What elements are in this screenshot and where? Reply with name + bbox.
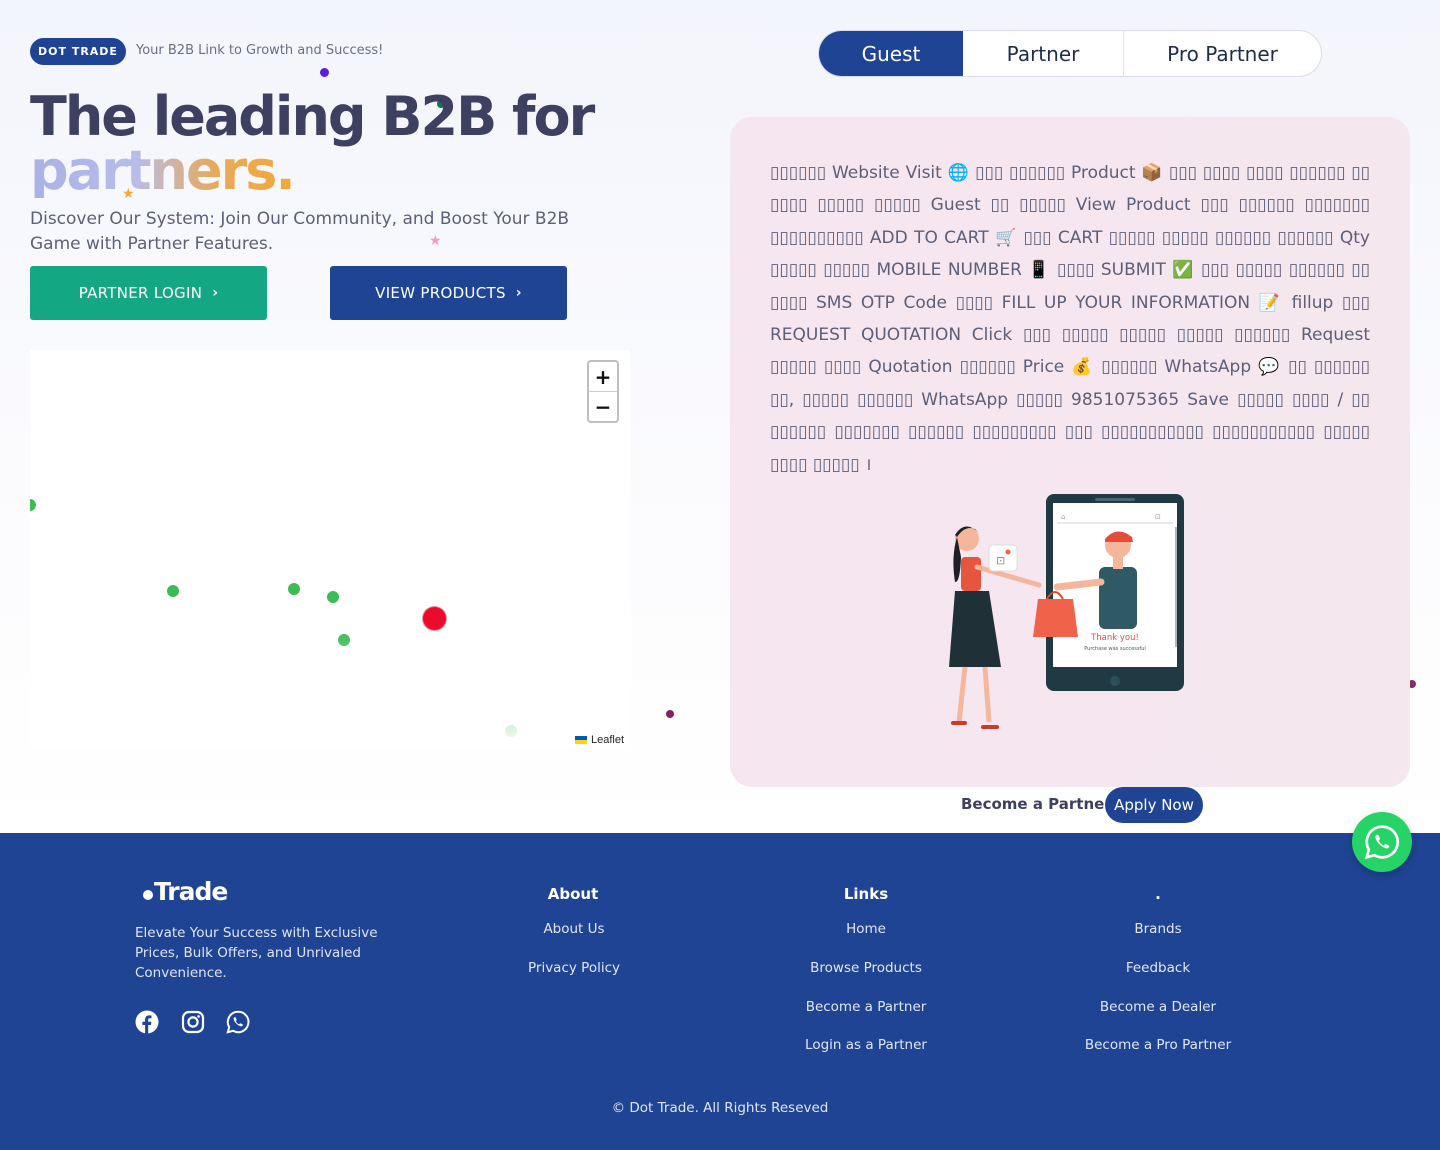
footer-col-title-about: About bbox=[547, 885, 599, 903]
map-widget[interactable]: + − Leaflet bbox=[30, 350, 630, 750]
footer-link-brands[interactable]: Brands bbox=[1038, 921, 1278, 937]
svg-text:⊡: ⊡ bbox=[1155, 513, 1161, 521]
footer-link-privacy-policy[interactable]: Privacy Policy bbox=[454, 960, 694, 976]
apply-now-button[interactable]: Apply Now bbox=[1105, 787, 1203, 823]
purchase-text: Purchase was successful bbox=[1084, 646, 1146, 652]
instagram-icon[interactable] bbox=[181, 1010, 205, 1034]
partner-login-button[interactable]: PARTNER LOGIN › bbox=[30, 266, 267, 320]
footer-col-title-links: Links bbox=[843, 885, 889, 903]
tab-pro-partner[interactable]: Pro Partner bbox=[1124, 31, 1321, 76]
copyright: © Dot Trade. All Rights Reseved bbox=[611, 1100, 829, 1116]
zoom-out-button[interactable]: − bbox=[589, 392, 617, 421]
headline-accent: partners. bbox=[30, 139, 296, 202]
logo-dot-icon bbox=[143, 890, 153, 900]
footer-logo-text: Trade bbox=[154, 877, 228, 906]
footer-link-login-partner[interactable]: Login as a Partner bbox=[746, 1037, 986, 1053]
whatsapp-chat-button[interactable] bbox=[1352, 812, 1412, 872]
zoom-control: + − bbox=[587, 360, 619, 423]
footer-link-browse-products[interactable]: Browse Products bbox=[746, 960, 986, 976]
thank-you-text: Thank you! bbox=[1090, 633, 1139, 643]
footer-col-title-more: . bbox=[1155, 885, 1161, 903]
guest-instructions-card: ▯▯▯▯▯▯ Website Visit 🌐 ▯▯▯ ▯▯▯▯▯▯ Produc… bbox=[730, 117, 1410, 787]
footer-link-feedback[interactable]: Feedback bbox=[1038, 960, 1278, 976]
footer-link-about-us[interactable]: About Us bbox=[454, 921, 694, 937]
instructions-text: ▯▯▯▯▯▯ Website Visit 🌐 ▯▯▯ ▯▯▯▯▯▯ Produc… bbox=[770, 163, 1370, 475]
decor-dot bbox=[666, 710, 674, 718]
footer: Trade Elevate Your Success with Exclusiv… bbox=[0, 833, 1440, 1150]
zoom-in-button[interactable]: + bbox=[589, 362, 617, 392]
footer-link-become-partner[interactable]: Become a Partner bbox=[746, 999, 986, 1015]
hero-description: Discover Our System: Join Our Community,… bbox=[30, 209, 570, 254]
tab-partner[interactable]: Partner bbox=[963, 31, 1124, 76]
footer-link-become-pro-partner[interactable]: Become a Pro Partner bbox=[1038, 1037, 1278, 1053]
shopping-illustration: ⌂ ⊡ Thank you! Purchase was successful ⊡ bbox=[949, 494, 1184, 729]
whatsapp-icon[interactable] bbox=[226, 1010, 250, 1034]
page-title: The leading B2B for partners. bbox=[30, 90, 650, 198]
footer-description: Elevate Your Success with Exclusive Pric… bbox=[135, 925, 378, 981]
chevron-right-icon: › bbox=[212, 285, 219, 301]
role-tabs: Guest Partner Pro Partner bbox=[818, 30, 1322, 77]
svg-text:⊡: ⊡ bbox=[996, 554, 1005, 567]
view-products-button[interactable]: VIEW PRODUCTS › bbox=[330, 266, 567, 320]
map-attribution[interactable]: Leaflet bbox=[574, 734, 624, 746]
tab-guest[interactable]: Guest bbox=[819, 31, 963, 76]
flag-icon bbox=[574, 736, 587, 744]
whatsapp-icon bbox=[1364, 825, 1400, 860]
brand-badge: DOT TRADE bbox=[30, 38, 126, 65]
view-products-label: VIEW PRODUCTS bbox=[375, 284, 506, 302]
footer-link-become-dealer[interactable]: Become a Dealer bbox=[1038, 999, 1278, 1015]
chevron-right-icon: › bbox=[515, 285, 522, 301]
attribution-link[interactable]: Leaflet bbox=[591, 734, 624, 746]
footer-logo[interactable]: Trade bbox=[143, 877, 228, 906]
footer-link-home[interactable]: Home bbox=[746, 921, 986, 937]
facebook-icon[interactable] bbox=[135, 1010, 159, 1034]
decor-dot bbox=[320, 68, 329, 77]
svg-text:⌂: ⌂ bbox=[1061, 513, 1065, 521]
tagline: Your B2B Link to Growth and Success! bbox=[136, 43, 384, 58]
map-fade bbox=[30, 350, 630, 750]
become-partner-label: Become a Partner bbox=[961, 795, 1112, 813]
partner-login-label: PARTNER LOGIN bbox=[78, 284, 203, 302]
